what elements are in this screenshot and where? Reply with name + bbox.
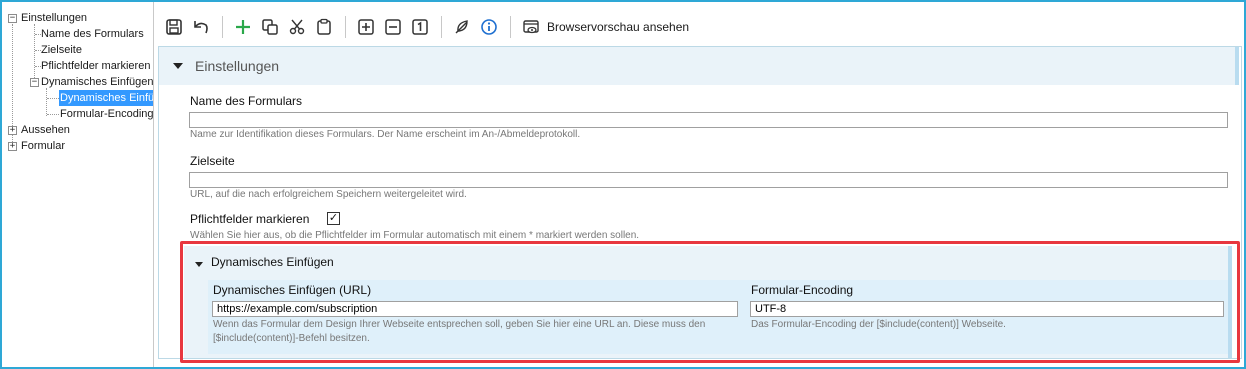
required-label: Pflichtfelder markieren [190,212,310,226]
target-help: URL, auf die nach erfolgreichem Speicher… [190,189,467,200]
expand-toggle-icon[interactable]: + [8,142,17,151]
encoding-input[interactable] [750,301,1224,317]
cut-icon[interactable] [285,15,309,39]
settings-panel: Einstellungen Name des Formulars Name zu… [158,46,1242,359]
required-checkbox[interactable]: ✓ [327,212,340,225]
browser-preview-icon[interactable] [519,15,543,39]
number-one-icon[interactable] [408,15,432,39]
tree-item-label: Dynamisches Einfügen [41,76,154,88]
name-label: Name des Formulars [190,94,303,108]
browser-preview-button[interactable]: Browservorschau ansehen [547,20,689,34]
tree-item-label: Zielseite [41,44,82,56]
add-icon[interactable] [231,15,255,39]
info-icon[interactable] [477,15,501,39]
subsection-body: Dynamisches Einfügen (URL) Wenn das Form… [208,280,1228,354]
collapse-arrow-icon[interactable] [195,262,203,267]
tree-item-label: Name des Formulars [41,28,144,40]
expand-toggle-icon[interactable]: + [8,126,17,135]
tree-item-label: Formular-Encoding [60,108,154,120]
undo-icon[interactable] [189,15,213,39]
url-help-line-1: Wenn das Formular dem Design Ihrer Webse… [213,319,706,330]
subsection-title[interactable]: Dynamisches Einfügen [211,255,334,269]
toolbar: Browservorschau ansehen [157,8,1242,46]
tree-item-label: Pflichtfelder markieren [41,60,151,72]
toolbar-separator [222,16,223,38]
collapse-toggle-icon[interactable]: − [8,14,17,23]
section-title: Einstellungen [195,58,280,74]
tree-item-label: Einstellungen [21,12,88,24]
required-help: Wählen Sie hier aus, ob die Pflichtfelde… [190,230,640,241]
section-header-einstellungen[interactable]: Einstellungen [159,47,1239,85]
target-label: Zielseite [190,154,235,168]
copy-icon[interactable] [258,15,282,39]
name-input[interactable] [189,112,1228,128]
toolbar-separator [441,16,442,38]
url-input[interactable] [212,301,738,317]
feather-icon[interactable] [450,15,474,39]
url-help-line-2: [$include(content)]-Befehl besitzen. [213,333,370,344]
url-label: Dynamisches Einfügen (URL) [213,283,372,297]
name-help: Name zur Identifikation dieses Formulars… [190,129,581,140]
subsection-dynamisches-einfuegen: Dynamisches Einfügen Dynamisches Einfüge… [184,246,1232,358]
tree-item-label: Formular [21,140,66,152]
settings-tree[interactable]: − Einstellungen Name des Formulars Ziels… [2,2,154,367]
expand-all-icon[interactable] [354,15,378,39]
encoding-help: Das Formular-Encoding der [$include(cont… [751,319,1006,330]
encoding-label: Formular-Encoding [751,283,854,297]
collapse-toggle-icon[interactable]: − [30,78,39,87]
tree-item-label: Aussehen [21,124,70,136]
toolbar-separator [510,16,511,38]
tree-item-label-selected: Dynamisches Einfügen [59,90,153,106]
collapse-all-icon[interactable] [381,15,405,39]
collapse-arrow-icon[interactable] [173,63,183,69]
save-icon[interactable] [162,15,186,39]
target-input[interactable] [189,172,1228,188]
paste-icon[interactable] [312,15,336,39]
toolbar-separator [345,16,346,38]
